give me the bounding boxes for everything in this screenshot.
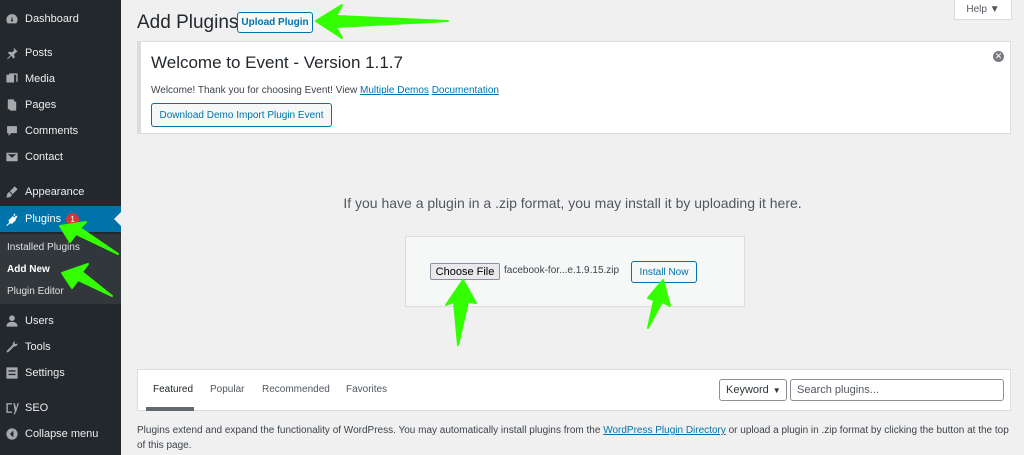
notice-title: Welcome to Event - Version 1.1.7 [151,53,403,72]
sidebar-item-contact[interactable]: Contact [0,144,121,170]
sidebar-item-label: SEO [25,402,49,414]
dashboard-icon [5,12,19,26]
active-indicator [114,212,121,226]
multiple-demos-link[interactable]: Multiple Demos [360,85,429,96]
sidebar-item-users[interactable]: Users [0,308,121,334]
page-title: Add Plugins [137,12,239,33]
selected-file-name: facebook-for...e.1.9.15.zip [504,265,620,276]
brush-icon [5,185,19,199]
sidebar-item-label: Pages [25,99,57,111]
tab-favorites[interactable]: Favorites [346,384,387,395]
sidebar-item-media[interactable]: Media [0,66,121,92]
yoast-icon [5,401,19,415]
sidebar-item-seo[interactable]: SEO [0,395,121,421]
tab-popular[interactable]: Popular [210,384,244,395]
sidebar-item-plugins[interactable]: Plugins 1 [0,206,121,232]
notice-text: Welcome! Thank you for choosing Event! V… [151,85,499,96]
collapse-icon [5,427,19,441]
search-type-value: Keyword [726,384,769,396]
plugin-directory-link[interactable]: WordPress Plugin Directory [603,425,726,436]
search-type-select[interactable]: Keyword ▼ [719,379,787,401]
wrench-icon [5,340,19,354]
notice-text-prefix: Welcome! Thank you for choosing Event! V… [151,85,360,96]
plugins-intro-text: Plugins extend and expand the functional… [137,423,1017,453]
submenu-add-new[interactable]: Add New [7,264,117,275]
chevron-down-icon: ▼ [772,385,781,395]
tab-featured[interactable]: Featured [153,384,193,395]
welcome-notice: Welcome to Event - Version 1.1.7 Welcome… [137,41,1011,134]
sidebar-item-label: Appearance [25,186,85,198]
submenu-installed-plugins[interactable]: Installed Plugins [7,242,117,253]
plugin-icon [5,212,19,226]
download-demo-import-button[interactable]: Download Demo Import Plugin Event [151,103,332,127]
current-tab-indicator [146,407,194,411]
tab-recommended[interactable]: Recommended [262,384,330,395]
sidebar-item-label: Users [25,315,54,327]
sidebar-item-tools[interactable]: Tools [0,334,121,360]
media-icon [5,72,19,86]
sidebar-item-label: Plugins [25,213,62,225]
sidebar-item-appearance[interactable]: Appearance [0,179,121,205]
pages-icon [5,98,19,112]
sidebar-item-label: Settings [25,367,65,379]
comments-icon [5,124,19,138]
sidebar-item-label: Media [25,73,55,85]
settings-icon [5,366,19,380]
sidebar-collapse-menu[interactable]: Collapse menu [0,421,121,447]
plugins-submenu: Installed Plugins Add New Plugin Editor [0,234,121,304]
dismiss-notice-icon[interactable]: ✕ [993,51,1004,62]
sidebar-item-dashboard[interactable]: Dashboard [0,6,121,32]
upload-help-text: If you have a plugin in a .zip format, y… [343,195,802,211]
sidebar-item-settings[interactable]: Settings [0,360,121,386]
sidebar-item-label: Collapse menu [25,428,99,440]
help-tab-button[interactable]: Help ▼ [954,0,1012,20]
update-count-badge: 1 [66,212,80,226]
documentation-link[interactable]: Documentation [432,85,499,96]
sidebar-item-label: Dashboard [25,13,79,25]
upload-plugin-button[interactable]: Upload Plugin [237,12,313,33]
sidebar-item-label: Posts [25,47,53,59]
sidebar-item-label: Comments [25,125,79,137]
plugin-filter-bar: Featured Popular Recommended Favorites K… [137,369,1011,411]
upload-plugin-form: Choose File facebook-for...e.1.9.15.zip … [405,236,745,307]
sidebar-item-posts[interactable]: Posts [0,40,121,66]
install-now-button[interactable]: Install Now [631,261,697,283]
choose-file-button[interactable]: Choose File [430,263,500,280]
submenu-plugin-editor[interactable]: Plugin Editor [7,286,117,297]
sidebar-item-label: Contact [25,151,63,163]
sidebar-item-label: Tools [25,341,51,353]
search-plugins-input[interactable] [790,379,1004,401]
user-icon [5,314,19,328]
intro-text-prefix: Plugins extend and expand the functional… [137,425,604,436]
mail-icon [5,150,19,164]
main-content: Add Plugins Upload Plugin Help ▼ Welcome… [121,0,1024,455]
sidebar-item-comments[interactable]: Comments [0,118,121,144]
admin-sidebar: Dashboard Posts Media Pages Comments Con… [0,0,121,455]
sidebar-item-pages[interactable]: Pages [0,92,121,118]
pin-icon [5,46,19,60]
